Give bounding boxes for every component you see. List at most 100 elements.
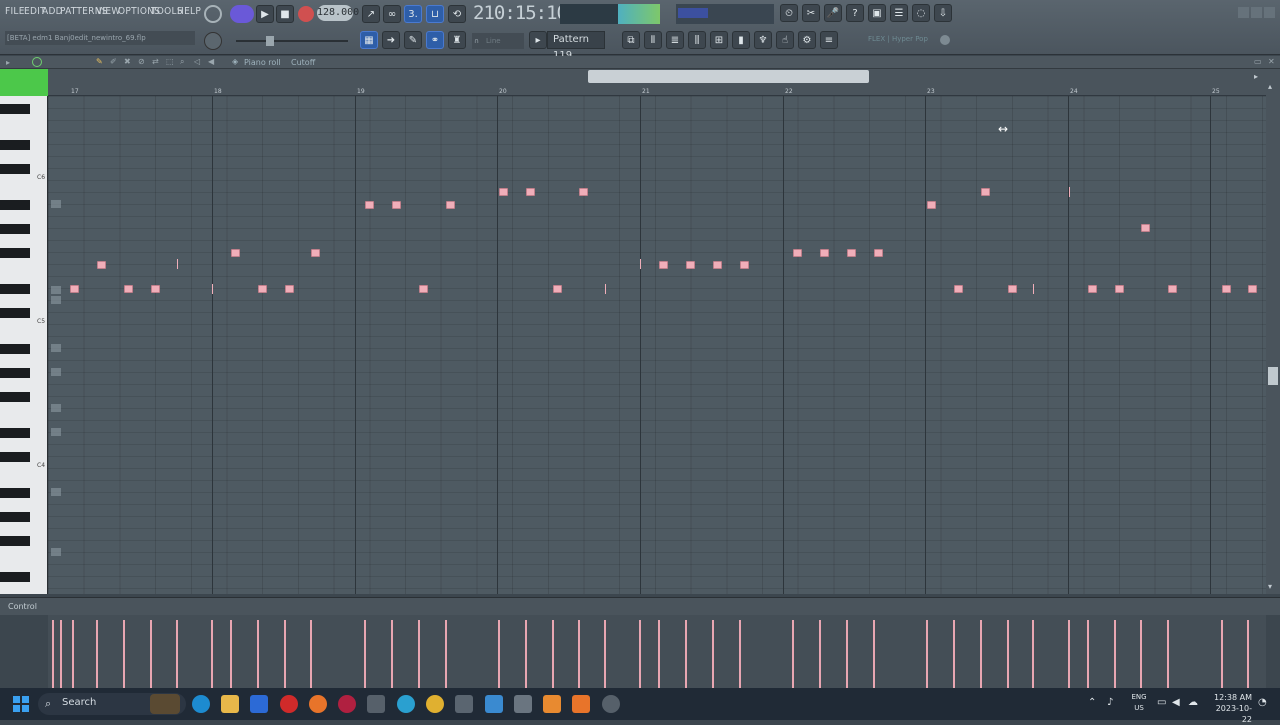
master-volume-knob-icon[interactable] [204, 32, 222, 50]
black-key[interactable] [0, 224, 30, 234]
velocity-bar[interactable] [739, 620, 741, 688]
velocity-bar[interactable] [364, 620, 366, 688]
velocity-bar[interactable] [123, 620, 125, 688]
velocity-bar[interactable] [846, 620, 848, 688]
piano-roll-maximize-icon[interactable]: ▭ [1254, 57, 1262, 66]
link-icon[interactable]: ⚭ [426, 31, 444, 49]
desktop-icon[interactable] [514, 695, 532, 713]
windows-start-icon[interactable] [13, 696, 29, 712]
system-clock[interactable]: 12:38 AM 2023-10-22 [1206, 692, 1252, 725]
velocity-bar[interactable] [819, 620, 821, 688]
language-indicator[interactable]: ENG US [1128, 692, 1150, 714]
opera-gx-icon[interactable] [338, 695, 356, 713]
velocity-bar[interactable] [953, 620, 955, 688]
tempo-display[interactable]: 128.000 [317, 5, 359, 21]
velocity-bar[interactable] [72, 620, 74, 688]
pattern-color-swatch[interactable] [0, 69, 48, 96]
piano-roll-menu-icon[interactable]: ▸ [6, 58, 10, 67]
black-key[interactable] [0, 284, 30, 294]
mixer-icon[interactable]: ☰ [890, 4, 908, 22]
pattern-arrow-icon[interactable]: ▸ [529, 31, 547, 49]
velocity-bar[interactable] [1007, 620, 1009, 688]
slider-handle[interactable] [266, 36, 274, 46]
black-key[interactable] [0, 248, 30, 258]
channel-icon[interactable]: ⊞ [710, 31, 728, 49]
midi-note[interactable] [419, 285, 428, 293]
midi-note[interactable] [579, 188, 588, 196]
plugin-icon[interactable]: ▮ [732, 31, 750, 49]
step-edit-icon[interactable]: 3. [404, 5, 422, 23]
hint-panel-icon[interactable]: ≡ [820, 31, 838, 49]
velocity-bar[interactable] [391, 620, 393, 688]
velocity-bar[interactable] [176, 620, 178, 688]
minimize-icon[interactable] [1238, 7, 1249, 18]
velocity-bar[interactable] [712, 620, 714, 688]
edge-icon[interactable] [192, 695, 210, 713]
countdown-icon[interactable]: ⟲ [448, 5, 466, 23]
fl-studio-beta-icon[interactable] [572, 695, 590, 713]
playlist-icon[interactable]: ≣ [666, 31, 684, 49]
midi-note[interactable] [499, 188, 508, 196]
notification-icon[interactable]: ◔ [1258, 697, 1267, 708]
velocity-bar[interactable] [1114, 620, 1116, 688]
velocity-bar[interactable] [150, 620, 152, 688]
black-key[interactable] [0, 428, 30, 438]
piano-roll-target[interactable]: Cutoff [291, 56, 315, 69]
horizontal-scroll-thumb[interactable] [588, 70, 869, 83]
midi-note[interactable] [124, 285, 133, 293]
midi-note[interactable] [258, 285, 267, 293]
note-grid[interactable] [48, 96, 1266, 594]
firefox-icon[interactable] [309, 695, 327, 713]
fl-studio-icon[interactable] [543, 695, 561, 713]
playback-icon[interactable]: ◁ [194, 57, 200, 66]
midi-note[interactable] [1008, 285, 1017, 293]
midi-note[interactable] [659, 261, 668, 269]
browser-icon[interactable]: ⧉ [622, 31, 640, 49]
help-icon[interactable]: ? [846, 4, 864, 22]
tray-expand-icon[interactable]: ⌃ [1088, 697, 1096, 708]
velocity-bar[interactable] [1221, 620, 1223, 688]
velocity-bar[interactable] [980, 620, 982, 688]
file-explorer-icon[interactable] [221, 695, 239, 713]
pencil-icon[interactable]: ✎ [96, 57, 103, 66]
channel-rack-icon[interactable]: ⦀ [644, 31, 662, 49]
velocity-bar[interactable] [525, 620, 527, 688]
black-key[interactable] [0, 452, 30, 462]
velocity-bar[interactable] [639, 620, 641, 688]
target-arrow-icon[interactable]: ◈ [232, 57, 238, 66]
black-key[interactable] [0, 308, 30, 318]
close-icon[interactable] [1264, 7, 1275, 18]
midi-note[interactable] [151, 285, 160, 293]
midi-note[interactable] [311, 249, 320, 257]
opera-icon[interactable] [280, 695, 298, 713]
velocity-bar[interactable] [1032, 620, 1034, 688]
scroll-up-icon[interactable]: ▴ [1268, 82, 1272, 91]
velocity-bar[interactable] [257, 620, 259, 688]
snap-selector[interactable]: ∩ Line [472, 33, 524, 49]
black-key[interactable] [0, 512, 30, 522]
velocity-bar[interactable] [52, 620, 54, 688]
mixer-view-icon[interactable]: ⫼ [688, 31, 706, 49]
midi-note[interactable] [1141, 224, 1150, 232]
midi-note[interactable] [927, 201, 936, 209]
delete-icon[interactable]: ✖ [124, 57, 131, 66]
midi-note[interactable] [285, 285, 294, 293]
midi-note[interactable] [365, 201, 374, 209]
play-button[interactable]: ▶ [256, 5, 274, 23]
display-icon[interactable]: ▭ [1157, 697, 1166, 708]
midi-note[interactable] [847, 249, 856, 257]
velocity-bar[interactable] [60, 620, 62, 688]
metronome-knob-icon[interactable] [204, 5, 222, 23]
plugin-picker-icon[interactable]: ♆ [754, 31, 772, 49]
velocity-bar[interactable] [552, 620, 554, 688]
black-key[interactable] [0, 536, 30, 546]
cortana-icon[interactable] [397, 695, 415, 713]
menu-view[interactable]: VIEW [96, 6, 121, 17]
black-key[interactable] [0, 164, 30, 174]
wifi-icon[interactable]: ☁ [1188, 697, 1198, 708]
touch-controller-icon[interactable]: ☝ [776, 31, 794, 49]
wait-input-icon[interactable]: ⊔ [426, 5, 444, 23]
midi-note[interactable] [392, 201, 401, 209]
midi-note[interactable] [820, 249, 829, 257]
zoom-icon[interactable]: ⌕ [180, 57, 184, 67]
